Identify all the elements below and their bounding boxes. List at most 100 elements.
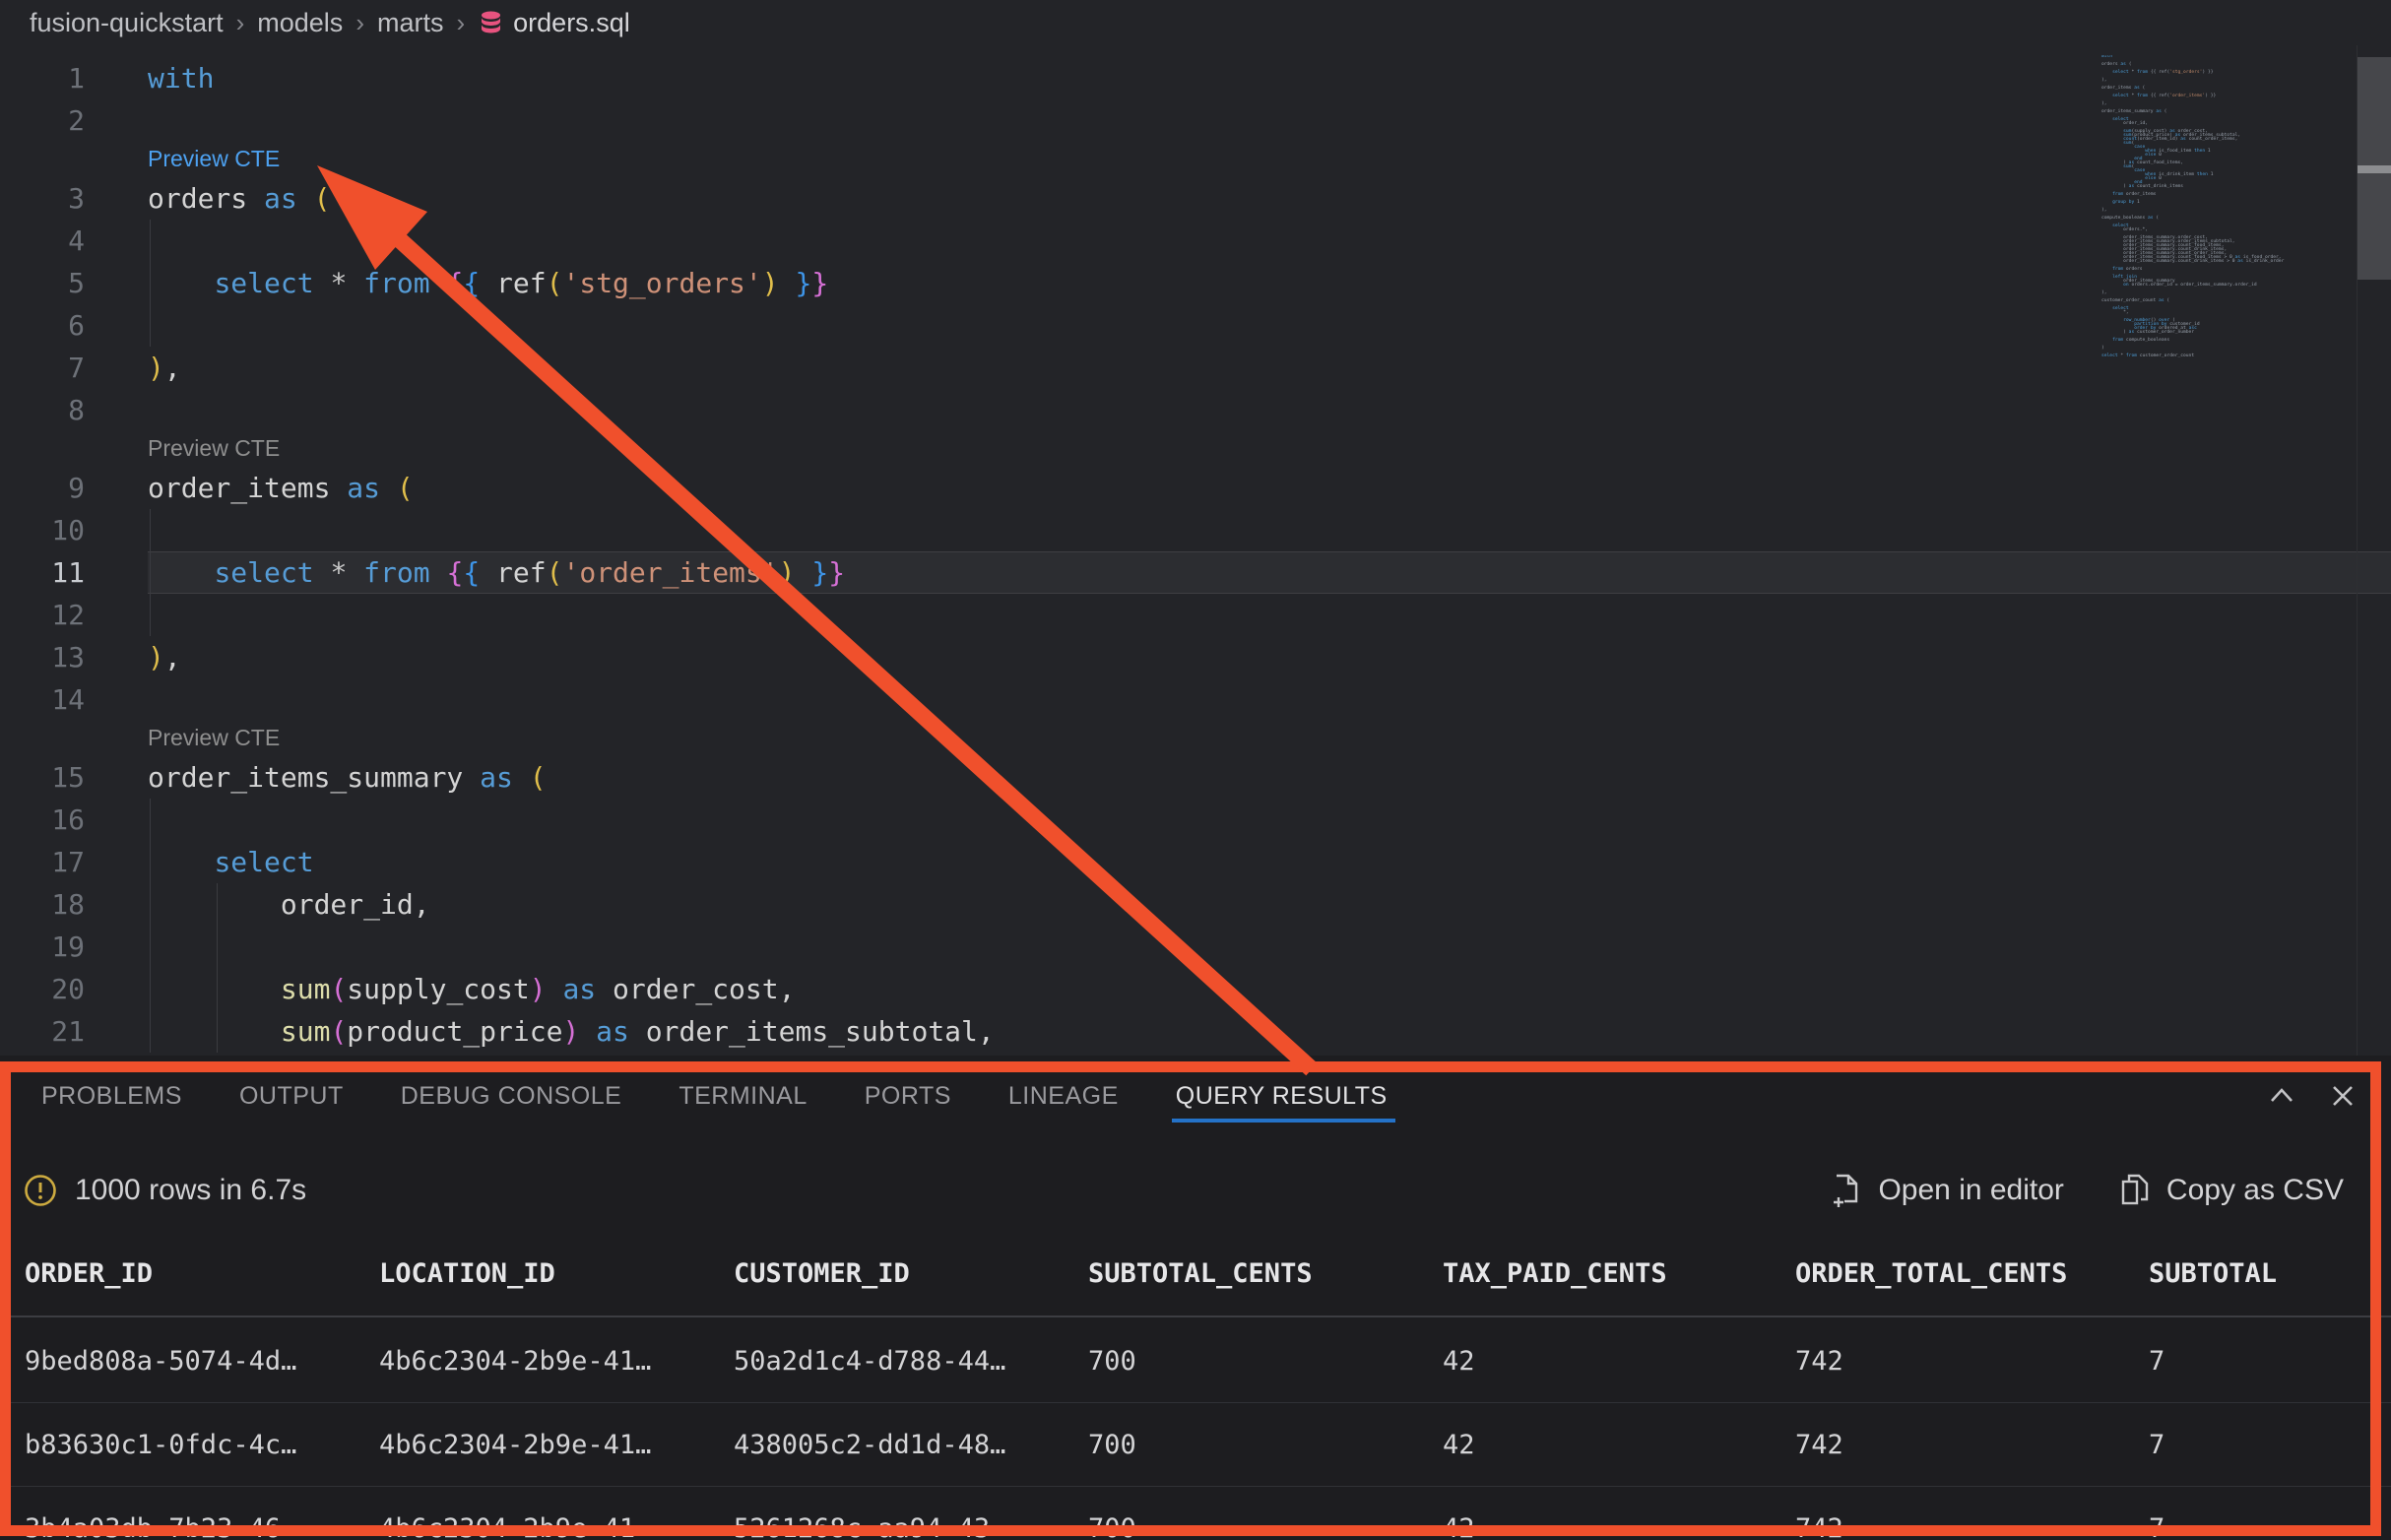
code-line-11[interactable]: 11 select * from {{ ref('order_items') }… [0, 551, 2391, 594]
indent-guide [217, 1010, 218, 1053]
table-row[interactable]: 9bed808a-5074-4d…4b6c2304-2b9e-41…50a2d1… [0, 1319, 2391, 1403]
indent-guide [217, 926, 218, 968]
code-line-12[interactable]: 12 [0, 594, 2391, 636]
indent-guide [217, 968, 218, 1010]
code-line-17[interactable]: 17 select [0, 841, 2391, 883]
minimap[interactable]: with orders as ( select * from {{ ref('s… [2101, 55, 2348, 358]
table-cell: 4b6c2304-2b9e-41… [379, 1430, 734, 1460]
indent-guide [150, 841, 151, 883]
line-number: 7 [0, 347, 148, 389]
line-number: 1 [0, 57, 148, 99]
scrollbar-cursor-marker [2358, 165, 2391, 173]
column-header-subtotal_cents[interactable]: SUBTOTAL_CENTS [1088, 1258, 1443, 1289]
column-header-tax_paid_cents[interactable]: TAX_PAID_CENTS [1443, 1258, 1795, 1289]
column-header-location_id[interactable]: LOCATION_ID [379, 1258, 734, 1289]
tab-query-results[interactable]: QUERY RESULTS [1176, 1082, 1388, 1111]
codelens-preview-cte[interactable]: Preview CTE [148, 721, 280, 756]
panel-tabs: PROBLEMS OUTPUT DEBUG CONSOLE TERMINAL PORTS… [41, 1073, 2273, 1119]
tab-output[interactable]: OUTPUT [239, 1082, 344, 1111]
indent-guide [150, 926, 151, 968]
table-cell: 7 [2149, 1430, 2391, 1460]
tab-ports[interactable]: PORTS [865, 1082, 951, 1111]
chevron-up-icon[interactable] [2263, 1077, 2300, 1115]
indent-guide [150, 799, 151, 841]
table-cell: 438005c2-dd1d-48… [734, 1430, 1088, 1460]
line-number: 10 [0, 509, 148, 551]
code-line-13[interactable]: 13 ), [0, 636, 2391, 678]
line-number: 2 [0, 99, 148, 142]
column-header-order_id[interactable]: ORDER_ID [25, 1258, 379, 1289]
breadcrumb-item-models[interactable]: models [257, 8, 343, 38]
indent-guide [150, 262, 151, 304]
code-line-2[interactable]: 2 [0, 99, 2391, 142]
tab-debug-console[interactable]: DEBUG CONSOLE [401, 1082, 622, 1111]
indent-guide [150, 220, 151, 262]
tab-terminal[interactable]: TERMINAL [679, 1082, 807, 1111]
breadcrumb-item-marts[interactable]: marts [377, 8, 444, 38]
code-line-1[interactable]: 1 with [0, 57, 2391, 99]
indent-guide [150, 1010, 151, 1053]
code-line-5[interactable]: 5 select * from {{ ref('stg_orders') }} [0, 262, 2391, 304]
code-line-20[interactable]: 20 sum(supply_cost) as order_cost, [0, 968, 2391, 1010]
table-cell: 42 [1443, 1430, 1795, 1460]
table-row[interactable]: b83630c1-0fdc-4c…4b6c2304-2b9e-41…438005… [0, 1403, 2391, 1487]
breadcrumb: fusion-quickstart›models›marts› orders.s… [0, 0, 2391, 45]
breadcrumb-separator: › [456, 8, 465, 38]
code-line-15[interactable]: 15 order_items_summary as ( [0, 756, 2391, 799]
database-icon [478, 10, 504, 36]
copy-as-csv-label: Copy as CSV [2166, 1174, 2344, 1207]
code-line-3[interactable]: 3 orders as ( [0, 177, 2391, 220]
indent-guide [150, 551, 151, 594]
line-number: 15 [0, 756, 148, 799]
table-cell: b83630c1-0fdc-4c… [25, 1430, 379, 1460]
table-cell: 742 [1795, 1346, 2149, 1377]
code-editor[interactable]: 1 with 2 Preview CTE 3 orders as ( 4 5 s… [0, 45, 2391, 1067]
tab-problems[interactable]: PROBLEMS [41, 1082, 182, 1111]
code-line-16[interactable]: 16 [0, 799, 2391, 841]
column-header-subtotal[interactable]: SUBTOTAL [2149, 1258, 2391, 1289]
code-line-14[interactable]: 14 [0, 678, 2391, 721]
indent-guide [217, 883, 218, 926]
code-line-21[interactable]: 21 sum(product_price) as order_items_sub… [0, 1010, 2391, 1053]
table-cell: 42 [1443, 1513, 1795, 1540]
code-line-19[interactable]: 19 [0, 926, 2391, 968]
table-cell: 5261268c-aa94-43 [734, 1513, 1088, 1540]
copy-icon [2119, 1173, 2151, 1208]
tab-lineage[interactable]: LINEAGE [1008, 1082, 1119, 1111]
breadcrumb-file[interactable]: orders.sql [478, 8, 630, 38]
indent-guide [150, 509, 151, 551]
indent-guide [150, 968, 151, 1010]
line-number: 18 [0, 883, 148, 926]
code-line-6[interactable]: 6 [0, 304, 2391, 347]
column-header-customer_id[interactable]: CUSTOMER_ID [734, 1258, 1088, 1289]
column-header-order_total_cents[interactable]: ORDER_TOTAL_CENTS [1795, 1258, 2149, 1289]
breadcrumb-item-fusion-quickstart[interactable]: fusion-quickstart [30, 8, 224, 38]
editor-scrollbar[interactable] [2357, 45, 2391, 1056]
table-cell: 7 [2149, 1513, 2391, 1540]
table-cell: 700 [1088, 1346, 1443, 1377]
status-text: 1000 rows in 6.7s [75, 1174, 306, 1207]
table-row[interactable]: 3b4a03db-7b23-464b6c2304-2b9e-415261268c… [0, 1487, 2391, 1540]
bottom-panel: PROBLEMS OUTPUT DEBUG CONSOLE TERMINAL PORTS… [0, 1056, 2391, 1540]
results-table-body: 9bed808a-5074-4d…4b6c2304-2b9e-41…50a2d1… [0, 1319, 2391, 1540]
line-number: 17 [0, 841, 148, 883]
table-cell: 742 [1795, 1513, 2149, 1540]
codelens-preview-cte[interactable]: Preview CTE [148, 431, 280, 467]
codelens-preview-cte[interactable]: Preview CTE [148, 142, 280, 177]
line-number: 5 [0, 262, 148, 304]
code-line-4[interactable]: 4 [0, 220, 2391, 262]
open-in-editor-label: Open in editor [1878, 1174, 2063, 1207]
code-line-10[interactable]: 10 [0, 509, 2391, 551]
code-line-9[interactable]: 9 order_items as ( [0, 467, 2391, 509]
open-in-editor-button[interactable]: Open in editor [1831, 1173, 2063, 1208]
code-line-7[interactable]: 7 ), [0, 347, 2391, 389]
breadcrumb-separator: › [236, 8, 245, 38]
line-number: 9 [0, 467, 148, 509]
line-number: 20 [0, 968, 148, 1010]
close-icon[interactable] [2324, 1077, 2361, 1115]
codelens-row: Preview CTE [0, 721, 2391, 756]
table-cell: 742 [1795, 1430, 2149, 1460]
code-line-8[interactable]: 8 [0, 389, 2391, 431]
code-line-18[interactable]: 18 order_id, [0, 883, 2391, 926]
copy-as-csv-button[interactable]: Copy as CSV [2119, 1173, 2344, 1208]
